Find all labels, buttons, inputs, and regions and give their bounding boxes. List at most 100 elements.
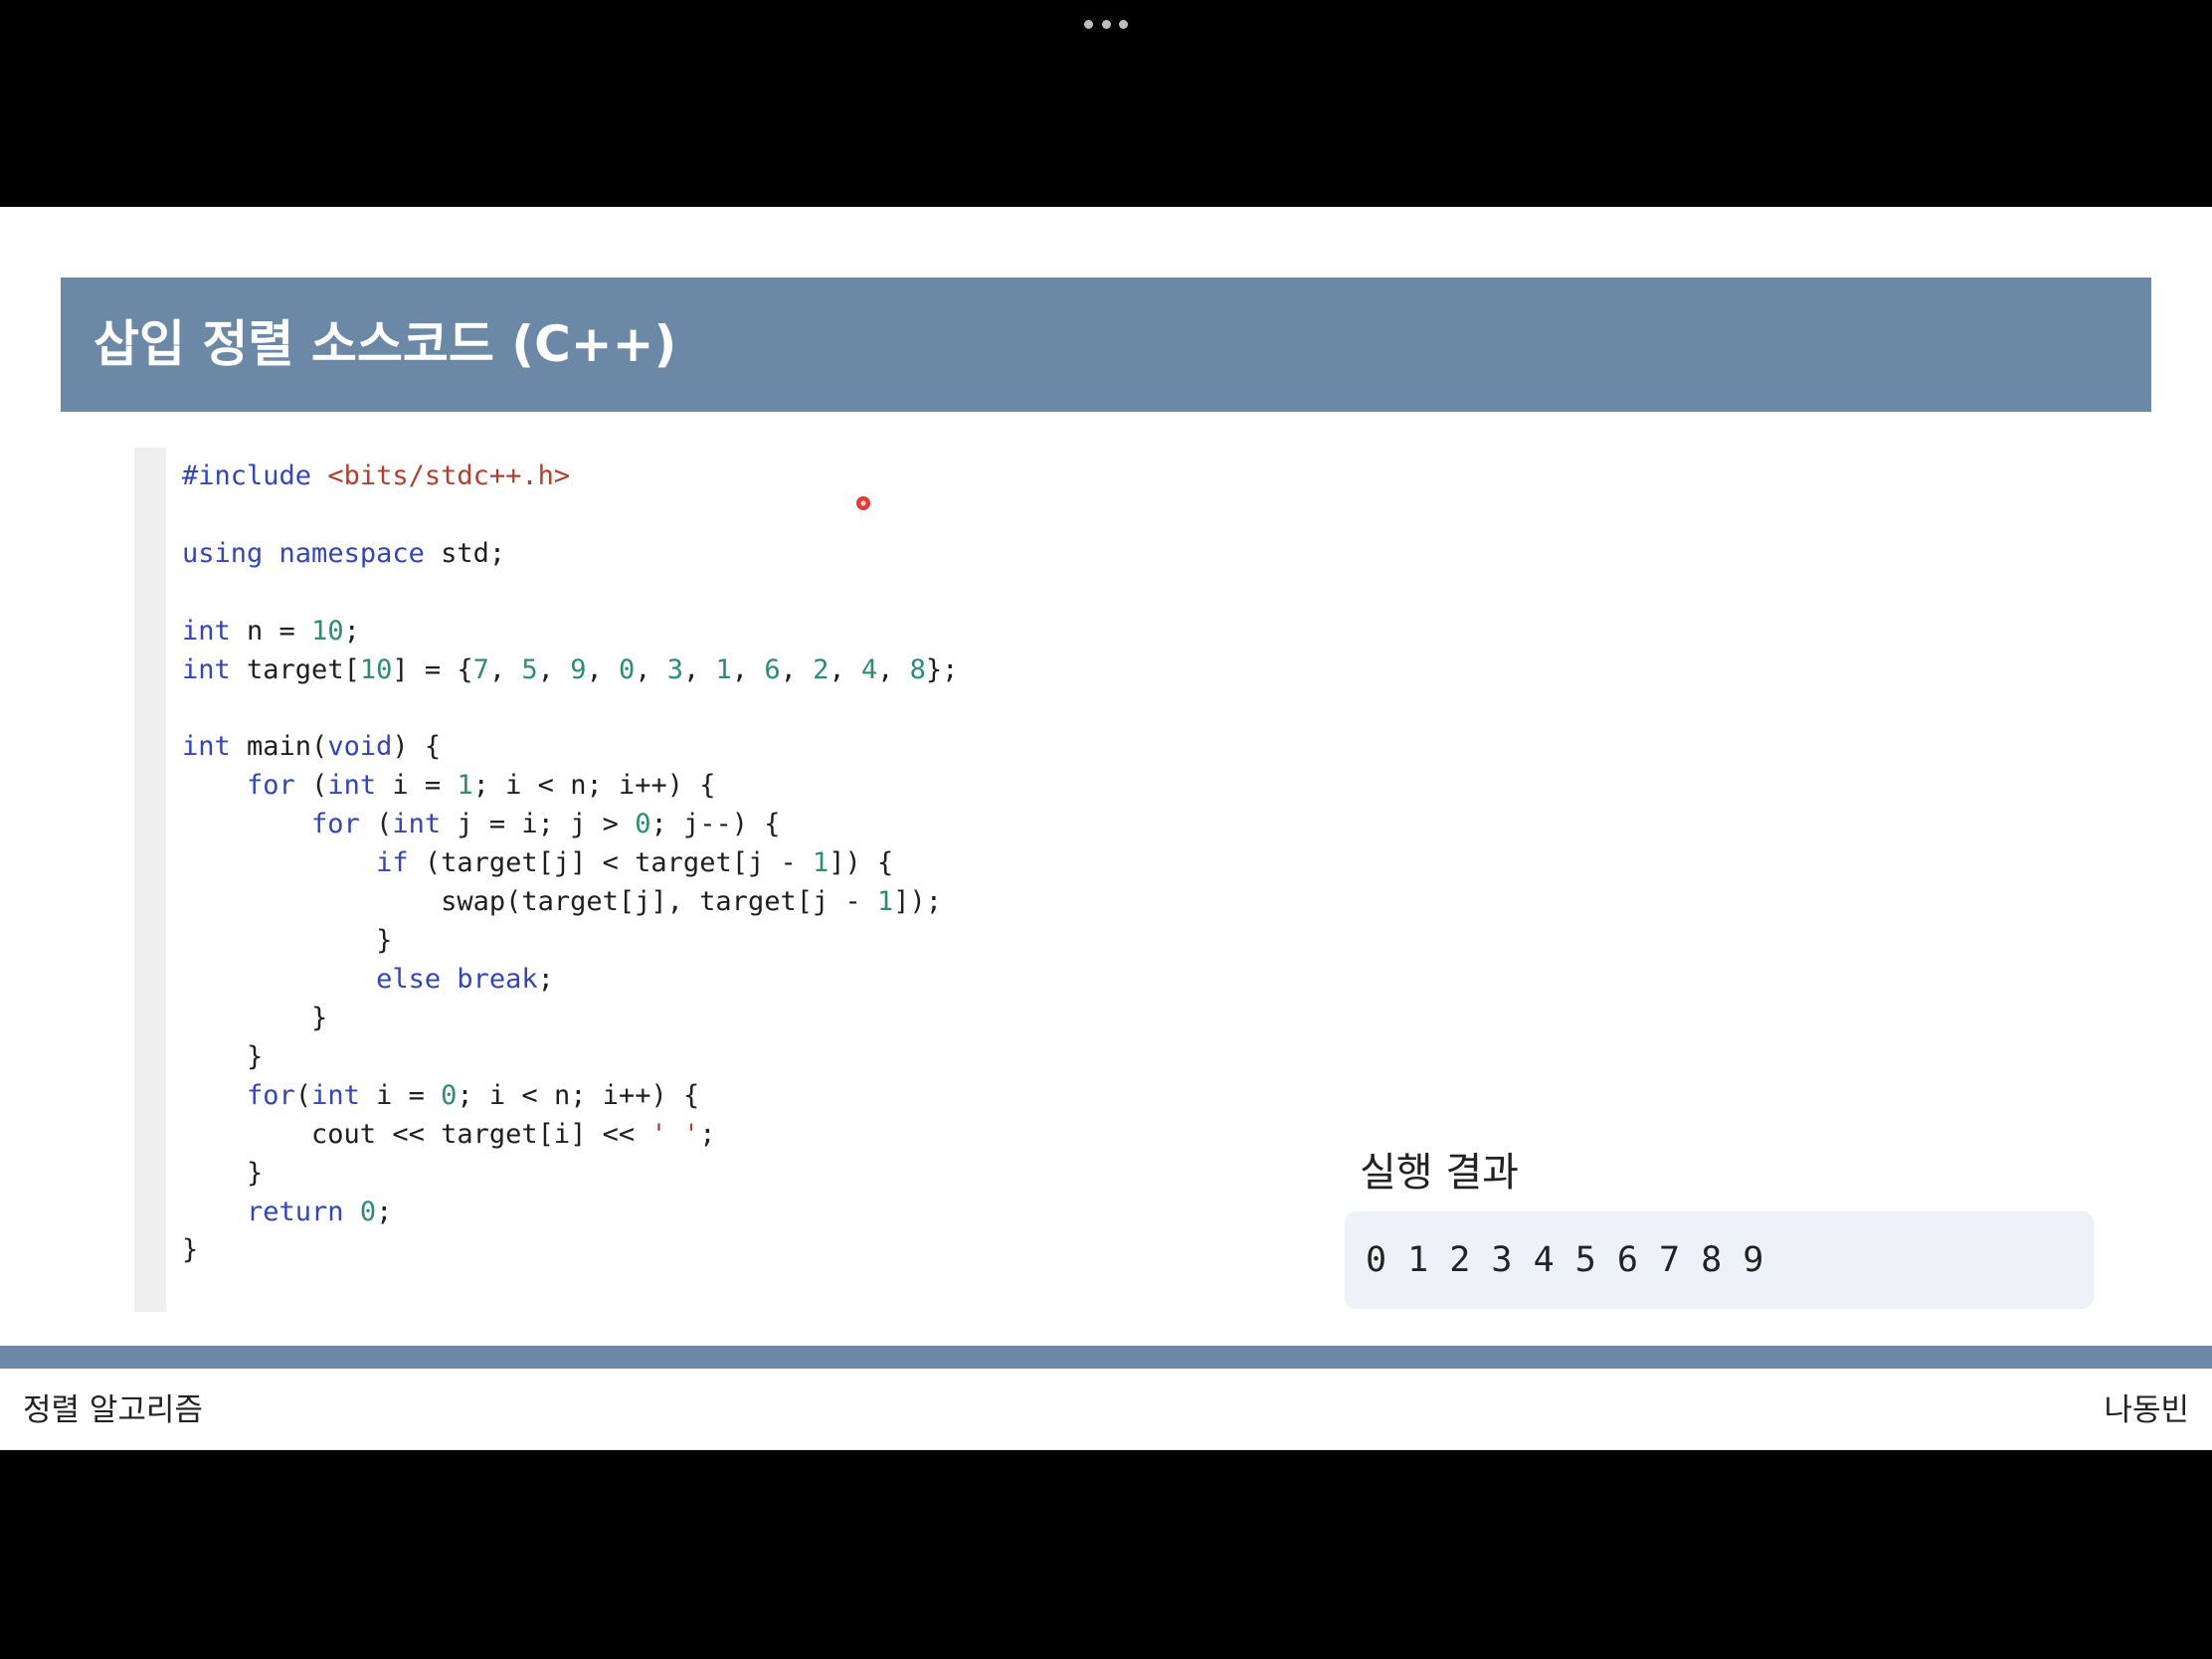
code-plain: , (488, 653, 522, 685)
code-plain (182, 770, 247, 801)
code-number: 0 (441, 1079, 458, 1111)
code-plain (263, 538, 278, 569)
code-line: return 0; (182, 1194, 1276, 1232)
code-plain: j = i; j > (441, 809, 636, 840)
code-line: } (182, 1231, 1276, 1270)
code-number: 9 (570, 653, 587, 685)
code-keyword: int (327, 770, 377, 802)
code-number: 0 (635, 809, 651, 840)
dot (1084, 19, 1093, 29)
code-line: using namespace std; (182, 535, 1276, 574)
code-plain: std; (424, 537, 506, 569)
code-line: cout << target[i] << ' '; (182, 1116, 1276, 1155)
code-plain: main( (230, 731, 328, 763)
code-keyword: break (457, 963, 538, 995)
code-plain: , (877, 653, 910, 685)
code-plain (182, 809, 311, 839)
code-number: 6 (764, 653, 781, 685)
code-plain: ; j--) { (650, 809, 781, 840)
code-plain: , (780, 653, 814, 685)
top-black-bar (0, 0, 2212, 207)
code-number: 7 (472, 653, 489, 685)
code-plain: }; (925, 653, 959, 685)
code-plain: , (537, 653, 571, 685)
dot (1119, 19, 1128, 29)
code-number: 0 (618, 653, 636, 685)
dot (1101, 19, 1111, 29)
footer-topic: 정렬 알고리즘 (23, 1392, 203, 1428)
code-number: 1 (715, 653, 732, 685)
code-plain (441, 964, 457, 995)
code-plain: cout << target[i] << (182, 1118, 651, 1150)
code-keyword: for (311, 809, 360, 840)
code-number: 0 (359, 1196, 377, 1227)
code-keyword: for (247, 1079, 295, 1111)
code-keyword: namespace (278, 537, 425, 569)
code-keyword: int (182, 731, 231, 763)
code-plain: , (635, 653, 667, 685)
code-plain: target[ (230, 653, 360, 685)
code-number: 3 (666, 653, 684, 685)
result-output: 0 1 2 3 4 5 6 7 8 9 (1366, 1240, 1764, 1280)
code-number: 8 (909, 653, 926, 685)
code-plain: } (182, 925, 393, 957)
code-number: 1 (812, 847, 830, 879)
code-number: 1 (457, 770, 473, 802)
code-plain: } (182, 1157, 264, 1189)
code-plain: ; i < n; i++) { (457, 1079, 700, 1111)
code-plain (182, 1080, 247, 1111)
code-keyword: int (182, 615, 231, 646)
code-plain: , (731, 653, 765, 685)
code-number: 4 (860, 653, 878, 685)
code-plain: ; i < n; i++) { (472, 770, 716, 802)
code-plain: ; (376, 1196, 393, 1227)
code-plain: (target[j] < target[j - (408, 847, 813, 879)
footer-bar (0, 1346, 2212, 1369)
code-plain (311, 461, 327, 491)
code-plain: } (182, 1234, 199, 1266)
code-line: if (target[j] < target[j - 1]) { (182, 844, 1276, 883)
code-line: #include <bits/stdc++.h> (182, 458, 1276, 496)
code-number: 1 (876, 886, 894, 918)
title-bar: 삽입 정렬 소스코드 (C++) (61, 277, 2151, 412)
code-plain: ] = { (392, 653, 473, 685)
code-keyword: else (376, 963, 442, 995)
code-number: 2 (813, 653, 830, 685)
code-keyword: if (376, 847, 409, 879)
code-plain (182, 964, 376, 995)
slide: 삽입 정렬 소스코드 (C++) #include <bits/stdc++.h… (0, 207, 2212, 1450)
code-plain: n = (230, 615, 312, 646)
code-keyword: int (392, 809, 442, 840)
code-keyword: int (311, 1079, 360, 1111)
code-plain: ; (343, 615, 360, 646)
code-plain: ( (294, 770, 328, 802)
code-plain: } (182, 1040, 264, 1072)
code-plain: i = (359, 1079, 442, 1111)
code-line: } (182, 1000, 1276, 1038)
code-keyword: for (247, 770, 295, 802)
laser-pointer-dot-icon (856, 496, 870, 510)
code-plain: i = (376, 770, 458, 802)
code-line: for (int i = 1; i < n; i++) { (182, 767, 1276, 806)
code-block: #include <bits/stdc++.h> using namespace … (182, 458, 1276, 1270)
more-dots-icon[interactable] (1084, 19, 1128, 29)
code-number: 5 (521, 653, 538, 685)
code-plain (182, 847, 376, 878)
code-plain: ]); (893, 886, 943, 918)
code-plain: , (829, 653, 861, 685)
code-plain: ) { (392, 731, 442, 763)
result-output-box: 0 1 2 3 4 5 6 7 8 9 (1345, 1211, 2094, 1309)
code-plain: ( (359, 809, 393, 840)
code-plain: , (683, 653, 716, 685)
slide-title: 삽입 정렬 소스코드 (C++) (93, 315, 677, 373)
code-plain: ; (537, 963, 554, 995)
code-keyword: #include (182, 461, 312, 491)
code-plain: ; (699, 1118, 716, 1150)
code-line: } (182, 1038, 1276, 1077)
code-plain: swap(target[j], target[j - (182, 886, 877, 918)
code-line: int n = 10; (182, 613, 1276, 651)
footer-author: 나동빈 (2104, 1392, 2189, 1428)
code-plain: , (586, 653, 619, 685)
